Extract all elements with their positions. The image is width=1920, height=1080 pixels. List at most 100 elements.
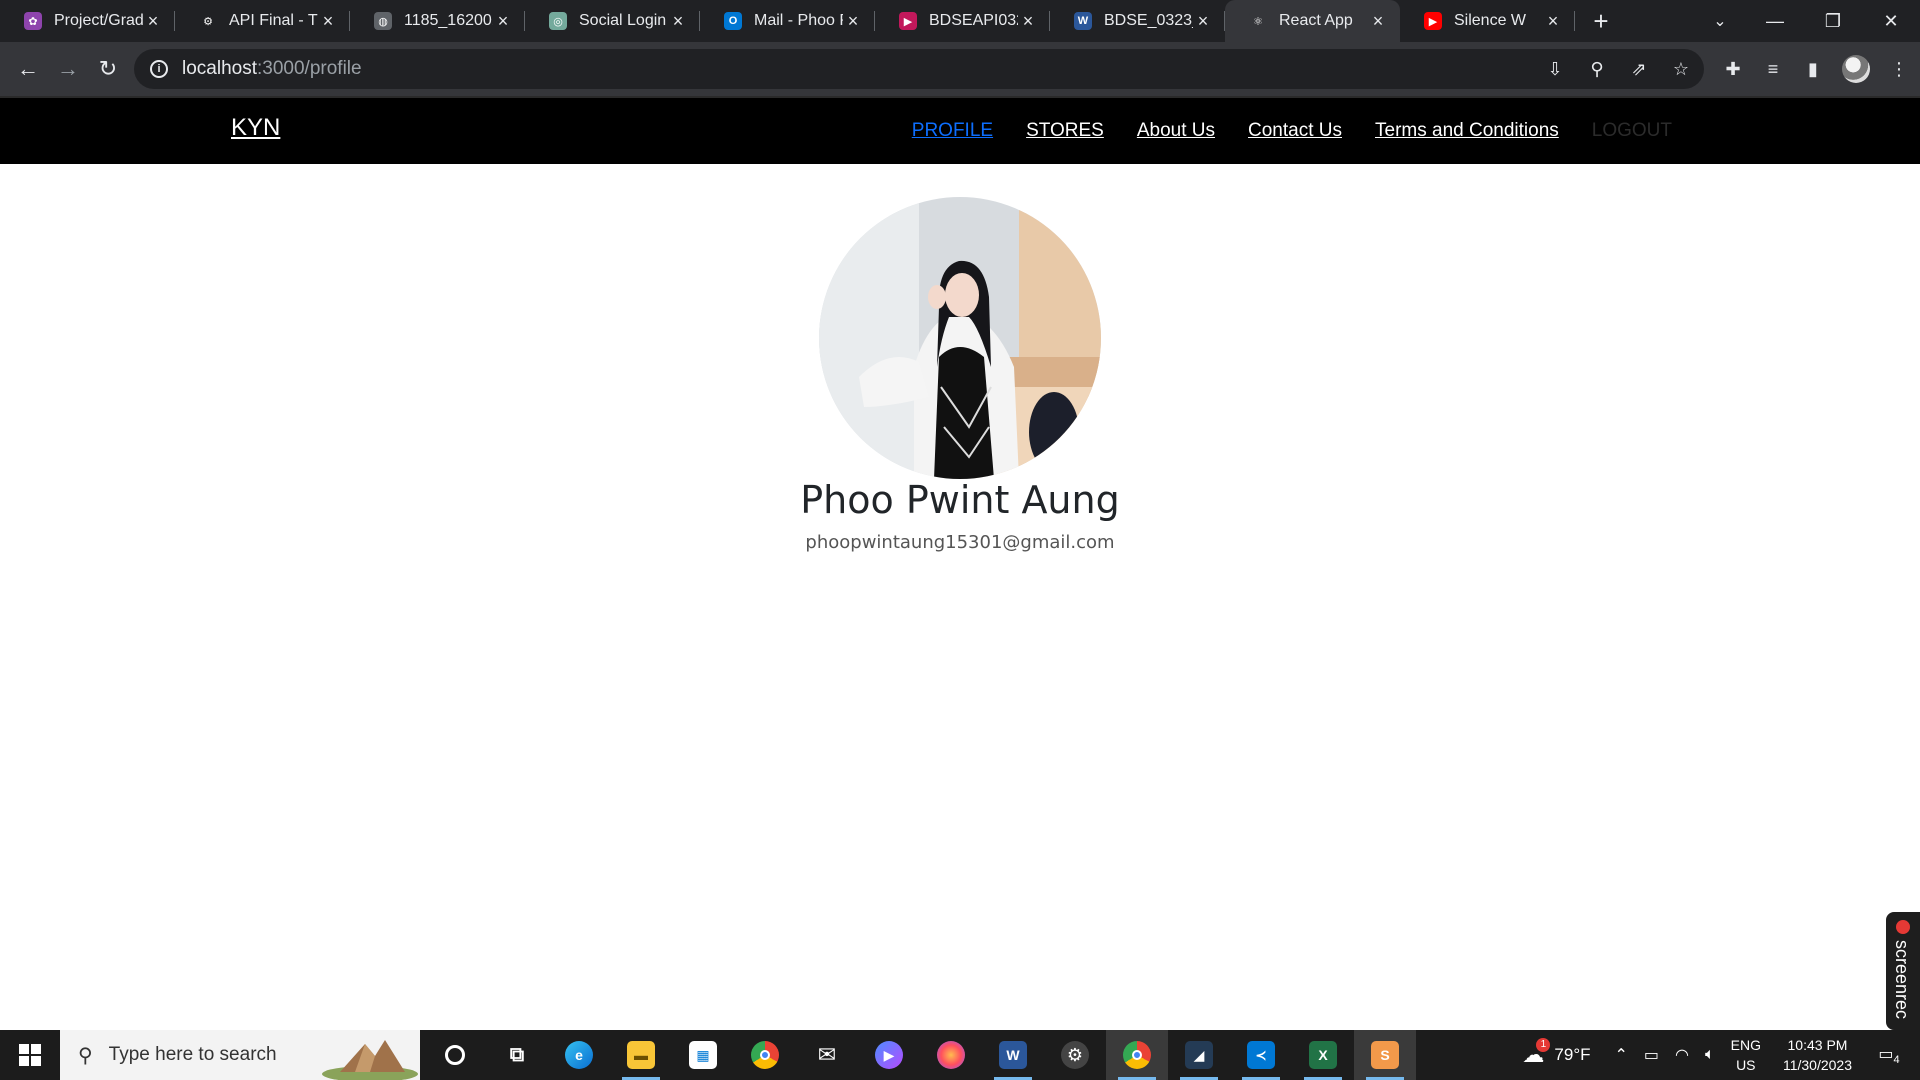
battery-icon[interactable]: ▭ [1644,1045,1659,1065]
tab-title: BDSEAPI0323 [929,12,1018,29]
vscode-icon[interactable]: ≺ [1230,1030,1292,1080]
tab-close-icon[interactable]: × [843,11,863,32]
new-tab-button[interactable]: + [1581,0,1621,42]
windows-start-icon[interactable] [0,1030,60,1080]
back-icon[interactable]: ← [8,49,48,89]
mysql-icon[interactable]: ◢ [1168,1030,1230,1080]
zoom-icon[interactable]: ⚲ [1586,59,1608,80]
install-app-icon[interactable]: ⇩ [1544,59,1566,80]
nav-about[interactable]: About Us [1137,120,1215,142]
minimize-icon[interactable]: — [1746,0,1804,42]
outlook-icon: O [724,12,742,30]
lang-top: ENG [1730,1037,1761,1053]
browser-tab[interactable]: ◍ 1185_162001 × [350,0,525,42]
tab-list: ✿ Project/Grade × ⚙ API Final - Th × ◍ 1185_162… [0,0,1575,42]
address-bar[interactable]: i localhost:3000/profile ⇩ ⚲ ⇗ ☆ [134,49,1704,89]
file-explorer-icon[interactable]: ▬ [610,1030,672,1080]
globe-icon: ◍ [374,12,392,30]
cortana-icon[interactable] [424,1030,486,1080]
weather-widget[interactable]: ☁ 1 79°F [1522,1038,1591,1068]
brand-logo[interactable]: KYN [231,114,280,142]
chrome-icon[interactable] [734,1030,796,1080]
browser-tab[interactable]: O Mail - Phoo P × [700,0,875,42]
reload-icon[interactable]: ↻ [88,49,128,89]
clock[interactable]: 10:43 PM 11/30/2023 [1783,1035,1852,1075]
tab-close-icon[interactable]: × [668,11,688,32]
tab-close-icon[interactable]: × [143,11,163,32]
store-icon[interactable]: ▦ [672,1030,734,1080]
screenrec-widget[interactable]: screenrec [1886,912,1920,1030]
clock-time: 10:43 PM [1787,1037,1848,1053]
close-window-icon[interactable]: ✕ [1862,0,1920,42]
task-view-icon[interactable]: ⧉ [486,1030,548,1080]
word-icon[interactable]: W [982,1030,1044,1080]
bookmark-star-icon[interactable]: ☆ [1670,59,1692,80]
nav-stores[interactable]: STORES [1026,120,1104,142]
notification-center-icon[interactable]: ▭4 [1874,1044,1904,1066]
nav-profile[interactable]: PROFILE [912,120,993,142]
tab-close-icon[interactable]: × [1543,11,1563,32]
menu-icon[interactable]: ⋮ [1888,59,1910,80]
record-icon[interactable] [1896,920,1910,934]
tab-close-icon[interactable]: × [1018,11,1038,32]
media-control-icon[interactable]: ≡ [1762,59,1784,80]
share-icon[interactable]: ⇗ [1628,59,1650,80]
browser-tab[interactable]: ✿ Project/Grade × [0,0,175,42]
forward-icon[interactable]: → [48,49,88,89]
tab-title: React App [1279,12,1353,29]
nav-terms[interactable]: Terms and Conditions [1375,120,1559,142]
show-hidden-icons[interactable]: ⌃ [1615,1045,1628,1065]
search-highlight-image [322,1040,418,1080]
react-icon: ⚛ [1249,12,1267,30]
side-panel-icon[interactable]: ▮ [1802,59,1824,80]
lang-bottom: US [1736,1057,1756,1073]
tab-title: Mail - Phoo P [754,12,843,29]
notification-count: 4 [1893,1054,1900,1067]
tab-title: Silence W [1454,12,1527,29]
excel-icon[interactable]: X [1292,1030,1354,1080]
weather-badge: 1 [1536,1038,1551,1052]
taskbar-search[interactable]: ⚲ Type here to search [60,1030,420,1080]
settings-icon[interactable]: ⚙ [1044,1030,1106,1080]
tab-title: 1185_162001 [404,12,493,29]
tab-search-icon[interactable]: ⌄ [1700,0,1740,42]
firefox-icon[interactable] [920,1030,982,1080]
nav-contact[interactable]: Contact Us [1248,120,1342,142]
browser-tab[interactable]: ▶ BDSEAPI0323× [875,0,1050,42]
system-tray: ☁ 1 79°F ⌃ ▭ ◠ 🔈︎ ENG US 10:43 PM 11/30/2… [1522,1030,1920,1080]
profile-name: Phoo Pwint Aung [800,478,1120,522]
search-icon: ⚲ [78,1044,93,1067]
language-indicator[interactable]: ENG US [1731,1035,1761,1075]
tab-close-icon[interactable]: × [1193,11,1213,32]
sublime-icon[interactable]: S [1354,1030,1416,1080]
profile-photo [819,197,1101,479]
browser-tab[interactable]: ▶ Silence W × [1400,0,1575,42]
tab-close-icon[interactable]: × [318,11,338,32]
screenrec-label: screenrec [1892,940,1912,1020]
mail-icon[interactable]: ✉ [796,1030,858,1080]
browser-tab[interactable]: ◎ Social Login A× [525,0,700,42]
nav-links: PROFILE STORES About Us Contact Us Terms… [912,120,1672,142]
copilot-icon[interactable]: ▶ [858,1030,920,1080]
site-info-icon[interactable]: i [150,60,168,78]
profile-avatar-icon[interactable] [1842,55,1870,83]
tab-close-icon[interactable]: × [493,11,513,32]
search-placeholder: Type here to search [108,1044,277,1065]
api-icon: ⚙ [199,12,217,30]
browser-tab[interactable]: W BDSE_0323_A× [1050,0,1225,42]
wifi-icon[interactable]: ◠ [1675,1045,1689,1065]
tab-close-icon[interactable]: × [1368,11,1388,32]
restore-icon[interactable]: ❐ [1804,0,1862,42]
browser-tab[interactable]: ⚙ API Final - Th × [175,0,350,42]
tab-title: Social Login A [579,12,668,29]
extensions-icon[interactable]: ✚ [1722,59,1744,80]
browser-tab[interactable]: ⚛ React App × [1225,0,1400,42]
browser-toolbar: ← → ↻ i localhost:3000/profile ⇩ ⚲ ⇗ ☆ ✚… [0,42,1920,96]
nav-logout[interactable]: LOGOUT [1592,120,1672,142]
volume-icon[interactable]: 🔈︎ [1705,1046,1715,1064]
edge-icon[interactable]: e [548,1030,610,1080]
tab-separator [1574,11,1575,31]
project-icon: ✿ [24,12,42,30]
tab-title: Project/Grade [54,12,143,29]
chrome-profile-icon[interactable] [1106,1030,1168,1080]
